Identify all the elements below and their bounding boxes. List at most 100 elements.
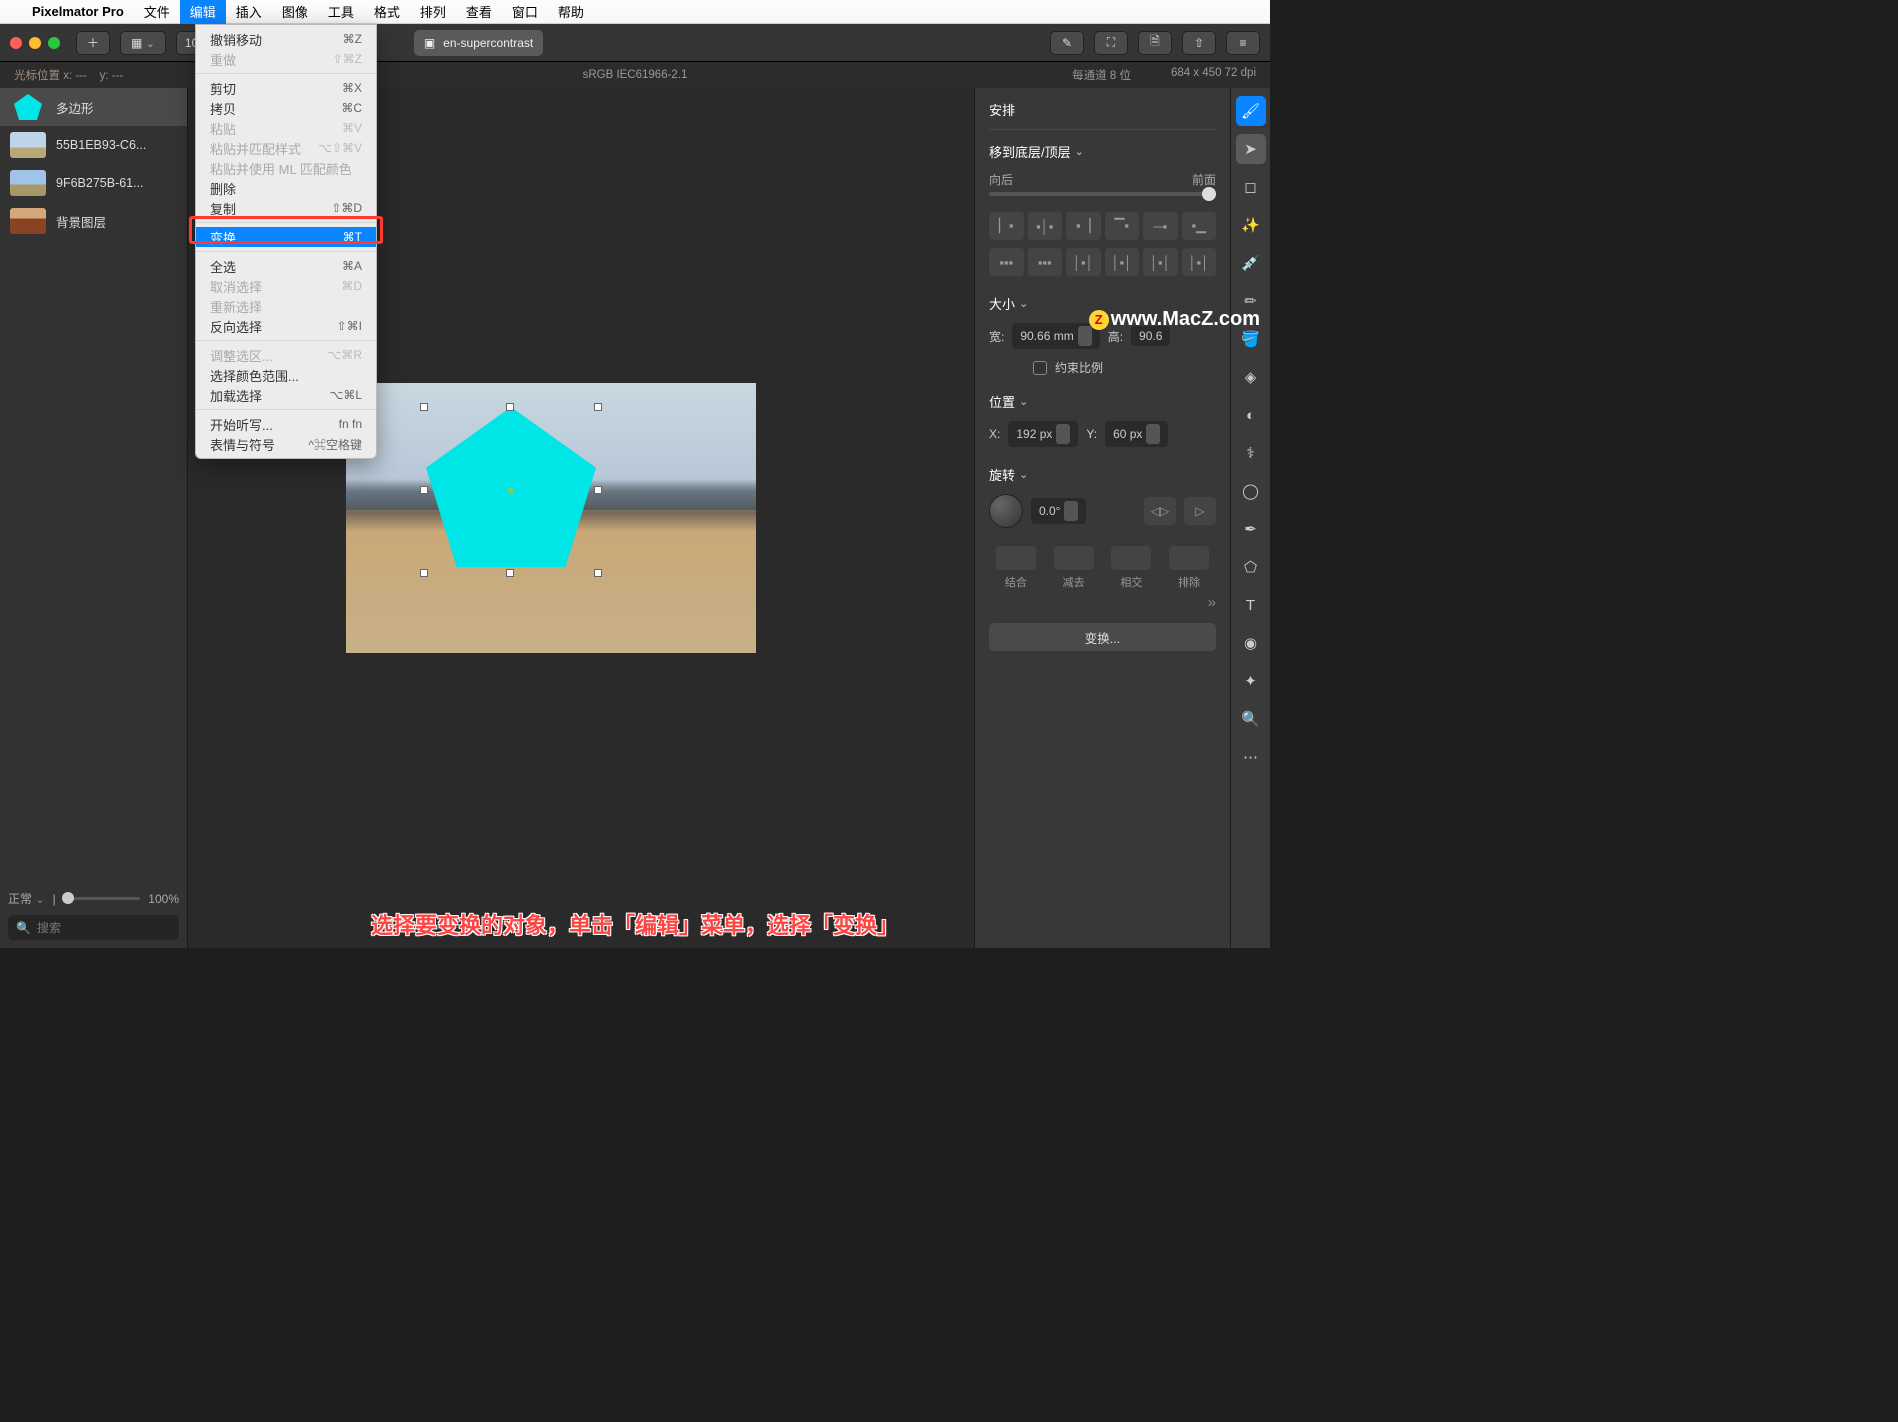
new-doc-button[interactable]: 🗎 (1138, 31, 1172, 55)
menu-item-delete[interactable]: 删除 (196, 178, 376, 198)
repair-tool[interactable]: ⚕ (1236, 438, 1266, 468)
menu-image[interactable]: 图像 (272, 0, 318, 24)
stepper-icon[interactable] (1056, 424, 1070, 444)
distribute-right-button[interactable]: │▪│ (1143, 248, 1178, 276)
selection-handle[interactable] (420, 486, 428, 494)
layer-item[interactable]: 55B1EB93-C6... (0, 126, 187, 164)
more-tools[interactable]: ⋯ (1236, 742, 1266, 772)
boolean-exclude-button[interactable]: 排除 (1162, 546, 1216, 590)
eraser-tool[interactable]: ◈ (1236, 362, 1266, 392)
more-arrange-button[interactable]: » (989, 594, 1216, 611)
menu-window[interactable]: 窗口 (502, 0, 548, 24)
align-left-button[interactable]: ▏▪ (989, 212, 1024, 240)
stepper-icon[interactable] (1064, 501, 1078, 521)
style-tool[interactable]: 🖌 (1236, 96, 1266, 126)
document-tab[interactable]: ▣ en-supercontrast (414, 30, 543, 56)
menu-arrange[interactable]: 排列 (410, 0, 456, 24)
flip-vertical-button[interactable]: ▷ (1184, 497, 1216, 525)
rotation-dial[interactable] (989, 494, 1023, 528)
marquee-tool[interactable]: ◻ (1236, 172, 1266, 202)
stepper-icon[interactable] (1146, 424, 1160, 444)
menu-item-undo[interactable]: 撤销移动⌘Z (196, 29, 376, 49)
layer-item[interactable]: 背景图层 (0, 202, 187, 240)
flip-horizontal-button[interactable]: ◁▷ (1144, 497, 1176, 525)
effects-tool[interactable]: ✦ (1236, 666, 1266, 696)
minimize-window-icon[interactable] (29, 37, 41, 49)
rotation-input[interactable]: 0.0° (1031, 498, 1086, 524)
menu-item-duplicate[interactable]: 复制⇧⌘D (196, 198, 376, 218)
y-input[interactable]: 60 px (1105, 421, 1168, 447)
opacity-slider[interactable] (64, 897, 141, 900)
color-picker-button[interactable]: ✎ (1050, 31, 1084, 55)
transform-button[interactable]: 变换... (989, 623, 1216, 651)
distribute-spacing-button[interactable]: │▪│ (1182, 248, 1217, 276)
x-input[interactable]: 192 px (1008, 421, 1078, 447)
artboard[interactable] (346, 383, 756, 653)
menu-item-dictation[interactable]: 开始听写...fn fn (196, 414, 376, 434)
distribute-left-button[interactable]: │▪│ (1066, 248, 1101, 276)
menu-item-color-range[interactable]: 选择颜色范围... (196, 365, 376, 385)
gradient-tool[interactable]: ◐ (1236, 400, 1266, 430)
layer-search-input[interactable]: 🔍 搜索 (8, 915, 179, 940)
menu-item-load-selection[interactable]: 加载选择⌥⌘L (196, 385, 376, 405)
align-middle-button[interactable]: ─▪ (1143, 212, 1178, 240)
menu-view[interactable]: 查看 (456, 0, 502, 24)
menu-item-transform[interactable]: 变换...⌘T (196, 227, 376, 247)
selection-handle[interactable] (506, 569, 514, 577)
menu-item-select-all[interactable]: 全选⌘A (196, 256, 376, 276)
selection-handle[interactable] (420, 569, 428, 577)
add-layer-button[interactable]: ＋ (76, 31, 110, 55)
align-right-button[interactable]: ▪▕ (1066, 212, 1101, 240)
shape-tool[interactable]: ⬠ (1236, 552, 1266, 582)
menu-item-copy[interactable]: 拷贝⌘C (196, 98, 376, 118)
menu-format[interactable]: 格式 (364, 0, 410, 24)
distribute-h-button[interactable]: ▪▪▪ (989, 248, 1024, 276)
arrange-tool[interactable]: ➤ (1236, 134, 1266, 164)
zoom-tool[interactable]: 🔍 (1236, 704, 1266, 734)
boolean-combine-button[interactable]: 结合 (989, 546, 1043, 590)
selection-handle[interactable] (594, 403, 602, 411)
layer-item[interactable]: 多边形 (0, 88, 187, 126)
color-adjust-tool[interactable]: ◉ (1236, 628, 1266, 658)
close-window-icon[interactable] (10, 37, 22, 49)
quick-select-tool[interactable]: ✨ (1236, 210, 1266, 240)
selected-pentagon-shape[interactable] (426, 407, 596, 567)
boolean-intersect-button[interactable]: 相交 (1105, 546, 1159, 590)
align-top-button[interactable]: ▔▪ (1105, 212, 1140, 240)
eyedropper-tool[interactable]: 💉 (1236, 248, 1266, 278)
blend-mode-dropdown[interactable]: 正常 ⌄ (8, 890, 45, 907)
selection-handle[interactable] (594, 569, 602, 577)
settings-button[interactable]: ≡ (1226, 31, 1260, 55)
pen-tool[interactable]: ✒ (1236, 514, 1266, 544)
menu-item-emoji[interactable]: 表情与符号^⌘空格键 (196, 434, 376, 454)
selection-handle[interactable] (594, 486, 602, 494)
menu-insert[interactable]: 插入 (226, 0, 272, 24)
distribute-center-button[interactable]: │▪│ (1105, 248, 1140, 276)
align-bottom-button[interactable]: ▪▁ (1182, 212, 1217, 240)
rotate-section-title[interactable]: 旋转 ⌄ (989, 465, 1216, 484)
text-tool[interactable]: T (1236, 590, 1266, 620)
move-layer-dropdown[interactable]: 移到底层/顶层 ⌄ (989, 142, 1216, 161)
width-input[interactable]: 90.66 mm (1012, 323, 1099, 349)
crop-button[interactable]: ⛶ (1094, 31, 1128, 55)
selection-handle[interactable] (506, 403, 514, 411)
shape-ellipse-tool[interactable]: ◯ (1236, 476, 1266, 506)
depth-slider[interactable] (989, 192, 1216, 196)
menu-item-invert-selection[interactable]: 反向选择⇧⌘I (196, 316, 376, 336)
layer-item[interactable]: 9F6B275B-61... (0, 164, 187, 202)
constrain-checkbox[interactable] (1033, 361, 1047, 375)
distribute-v-button[interactable]: ▪▪▪ (1028, 248, 1063, 276)
share-button[interactable]: ⇧ (1182, 31, 1216, 55)
menu-edit[interactable]: 编辑 (180, 0, 226, 24)
menu-help[interactable]: 帮助 (548, 0, 594, 24)
sidebar-toggle-button[interactable]: ▦ ⌄ (120, 31, 166, 55)
menu-file[interactable]: 文件 (134, 0, 180, 24)
selection-handle[interactable] (420, 403, 428, 411)
maximize-window-icon[interactable] (48, 37, 60, 49)
align-center-h-button[interactable]: ▪│▪ (1028, 212, 1063, 240)
app-name-menu[interactable]: Pixelmator Pro (22, 4, 134, 19)
menu-tools[interactable]: 工具 (318, 0, 364, 24)
boolean-subtract-button[interactable]: 减去 (1047, 546, 1101, 590)
position-section-title[interactable]: 位置 ⌄ (989, 392, 1216, 411)
menu-item-cut[interactable]: 剪切⌘X (196, 78, 376, 98)
